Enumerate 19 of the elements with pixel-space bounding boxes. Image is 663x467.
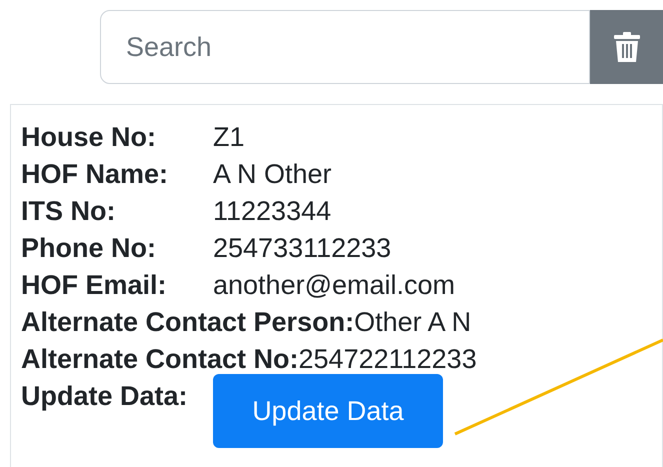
search-field[interactable]: Search — [100, 10, 590, 84]
field-label: Phone No: — [21, 232, 157, 265]
field-value: Other A N — [354, 306, 472, 339]
field-label: Update Data: — [21, 380, 189, 413]
field-label: HOF Email: — [21, 269, 168, 302]
field-label: ITS No: — [21, 195, 116, 228]
field-value: 254733112233 — [213, 232, 392, 265]
field-label: Alternate Contact Person: — [21, 306, 354, 339]
field-value: A N Other — [213, 158, 332, 191]
update-data-button[interactable]: Update Data — [213, 374, 443, 448]
field-value: Z1 — [213, 121, 245, 154]
trash-icon — [614, 32, 640, 62]
field-label: Alternate Contact No: — [21, 343, 299, 376]
field-value: 254722112233 — [298, 343, 477, 376]
delete-button[interactable] — [590, 10, 663, 84]
field-value: another@email.com — [213, 269, 456, 302]
field-label: House No: — [21, 121, 157, 154]
field-label: HOF Name: — [21, 158, 170, 191]
field-value: 11223344 — [213, 195, 332, 228]
